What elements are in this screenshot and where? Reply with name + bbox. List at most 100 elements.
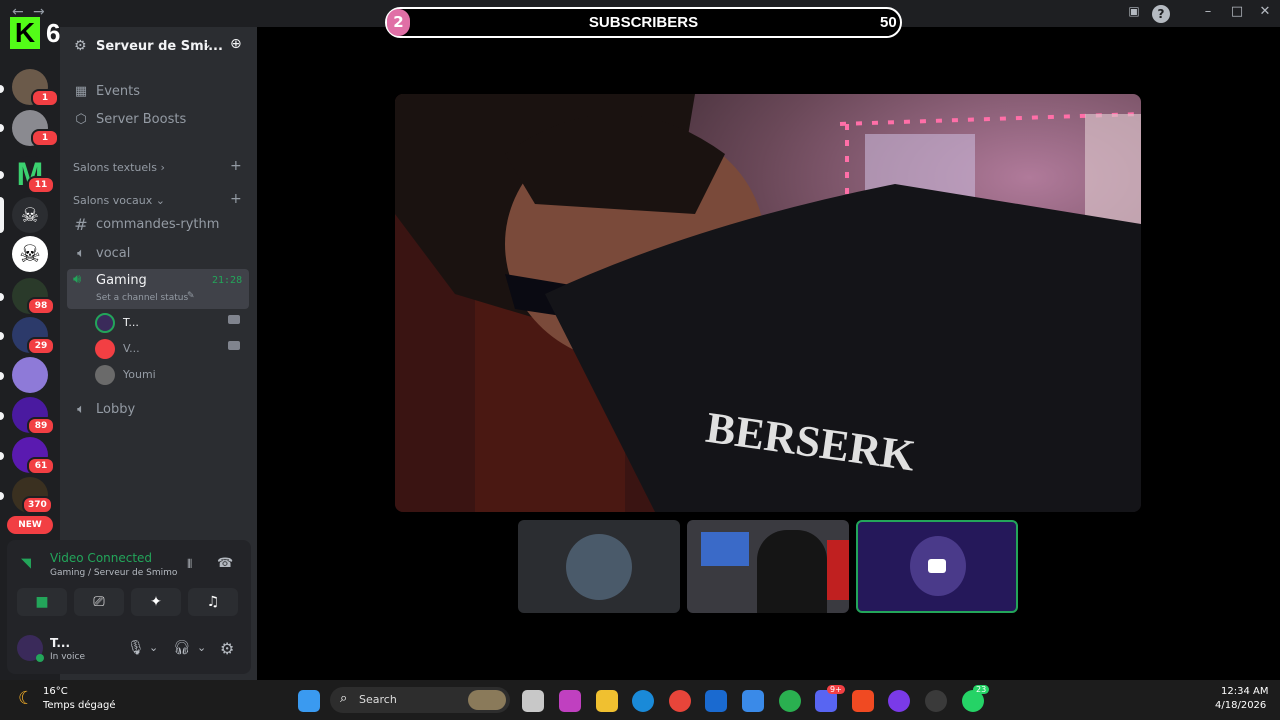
soundboard-button[interactable]: ♫: [188, 588, 238, 616]
unread-pill: [0, 412, 4, 420]
add-channel-icon[interactable]: +: [230, 191, 242, 207]
copilot-icon[interactable]: [559, 690, 581, 712]
participant-avatar: [566, 534, 632, 600]
moon-icon[interactable]: ☾: [18, 688, 34, 709]
screen-share-icon: ⎚: [93, 594, 105, 610]
voice-user[interactable]: Youmi: [95, 363, 245, 385]
category-voice-channels[interactable]: Salons vocaux ⌄: [73, 194, 165, 207]
weather-temp[interactable]: 16°C: [43, 686, 68, 697]
skull-server-icon[interactable]: ☠: [12, 236, 48, 272]
hashtag-icon: #: [74, 215, 88, 234]
main-video-stream[interactable]: BERSERK: [395, 94, 1141, 512]
outlook-icon[interactable]: [705, 690, 727, 712]
subscribers-label: SUBSCRIBERS: [588, 14, 699, 31]
channel-gaming[interactable]: 🔊︎ Gaming 21:28 Set a channel status ✎: [67, 269, 249, 309]
server-badge: 11: [27, 176, 55, 194]
boost-icon: ⬡: [75, 112, 87, 127]
unread-pill: [0, 171, 4, 179]
skull-server-icon[interactable]: ☠: [12, 197, 48, 233]
participant-tile[interactable]: [687, 520, 849, 613]
server-icon[interactable]: [12, 357, 48, 393]
windows-start-icon[interactable]: [298, 690, 320, 712]
discord-app: ← → Serveur de Smimo ▣ ? – □ ✕ 1 1 M 11 …: [0, 0, 1280, 680]
windows-taskbar: ☾ 16°C Temps dégagé 9+ 23 12:34 AM 4/18/…: [0, 680, 1280, 720]
channel-timer: 21:28: [212, 275, 243, 286]
online-status-dot: [36, 654, 44, 662]
video-camera-icon: [928, 559, 946, 573]
taskbar-search[interactable]: ⌕ Search: [330, 687, 510, 713]
pencil-icon[interactable]: ✎: [187, 291, 195, 301]
search-highlight-image: [468, 690, 506, 710]
voice-connection-panel: ◥ Video Connected Gaming / Serveur de Sm…: [7, 540, 251, 674]
inbox-icon[interactable]: ▣: [1124, 4, 1144, 18]
screen-share-button[interactable]: ⎚: [74, 588, 124, 616]
camera-button[interactable]: ■: [17, 588, 67, 616]
server-badge: 1: [31, 129, 59, 147]
participant-chair: [827, 540, 849, 600]
video-camera-icon: [228, 341, 240, 350]
user-status: In voice: [50, 652, 86, 662]
server-badge: 61: [27, 457, 55, 475]
unread-pill: [0, 85, 4, 93]
category-text-channels[interactable]: Salons textuels ›: [73, 161, 165, 174]
task-view-icon[interactable]: [522, 690, 544, 712]
close-icon[interactable]: ✕: [1255, 4, 1275, 19]
signal-icon[interactable]: ◥: [21, 556, 31, 571]
add-channel-icon[interactable]: +: [230, 158, 242, 174]
brave-icon[interactable]: [852, 690, 874, 712]
activities-button[interactable]: ✦: [131, 588, 181, 616]
subscribers-goal-bar: 2 SUBSCRIBERS 50: [385, 7, 902, 38]
weather-desc[interactable]: Temps dégagé: [43, 700, 116, 711]
add-member-icon[interactable]: ⊕: [230, 36, 242, 52]
server-header[interactable]: ⚙ Serveur de Smi... ⌄ ⊕: [60, 27, 257, 65]
settings-gear-icon[interactable]: ⚙: [220, 639, 234, 658]
headphones-icon[interactable]: 🎧︎: [173, 640, 191, 656]
unread-pill: [0, 492, 4, 500]
video-frame: BERSERK: [395, 94, 1141, 512]
voice-user[interactable]: V...: [95, 337, 245, 359]
kick-logo: K: [10, 17, 40, 49]
clock-date[interactable]: 4/18/2026: [1215, 700, 1266, 711]
chevron-down-icon[interactable]: ⌄: [197, 641, 206, 654]
avatar: [95, 313, 115, 333]
unread-pill: [0, 124, 4, 132]
whatsapp-badge: 23: [973, 685, 990, 694]
unread-pill: [0, 293, 4, 301]
user-name[interactable]: T...: [50, 636, 70, 650]
participant-tile-speaking[interactable]: [856, 520, 1018, 613]
disconnect-icon[interactable]: ☎: [217, 556, 233, 571]
app-icon[interactable]: [925, 690, 947, 712]
maximize-icon[interactable]: □: [1227, 4, 1247, 19]
file-explorer-icon[interactable]: [596, 690, 618, 712]
unread-pill: [0, 332, 4, 340]
edge-icon[interactable]: [632, 690, 654, 712]
minimize-icon[interactable]: –: [1198, 4, 1218, 19]
video-camera-icon: [228, 315, 240, 324]
app-icon[interactable]: [888, 690, 910, 712]
chevron-down-icon[interactable]: ⌄: [149, 641, 158, 654]
soundboard-icon: ♫: [206, 594, 220, 610]
new-unreads-badge[interactable]: NEW: [7, 516, 53, 534]
microphone-icon[interactable]: 🎙︎: [127, 640, 145, 656]
speaker-icon: 🔈︎: [77, 402, 85, 417]
server-badge: 89: [27, 417, 55, 435]
chevron-down-icon: ⌄: [202, 37, 213, 51]
noise-suppression-icon[interactable]: ⦀: [187, 557, 192, 572]
clock-time[interactable]: 12:34 AM: [1221, 686, 1268, 697]
participant-person: [757, 530, 827, 613]
video-camera-icon: ■: [35, 594, 49, 610]
server-badge: 1: [31, 89, 59, 107]
voice-status[interactable]: Video Connected: [50, 551, 152, 565]
utorrent-icon[interactable]: [779, 690, 801, 712]
kick-count: 6: [46, 18, 61, 48]
help-icon[interactable]: ?: [1152, 5, 1170, 23]
chrome-icon[interactable]: [669, 690, 691, 712]
store-icon[interactable]: [742, 690, 764, 712]
search-label: Search: [359, 693, 397, 706]
voice-user[interactable]: T...: [95, 311, 245, 333]
voice-location[interactable]: Gaming / Serveur de Smimo: [50, 568, 177, 578]
selected-pill: [0, 197, 4, 233]
channel-status[interactable]: Set a channel status: [96, 293, 188, 303]
gear-icon: ⚙: [74, 38, 87, 54]
participant-tile[interactable]: [518, 520, 680, 613]
